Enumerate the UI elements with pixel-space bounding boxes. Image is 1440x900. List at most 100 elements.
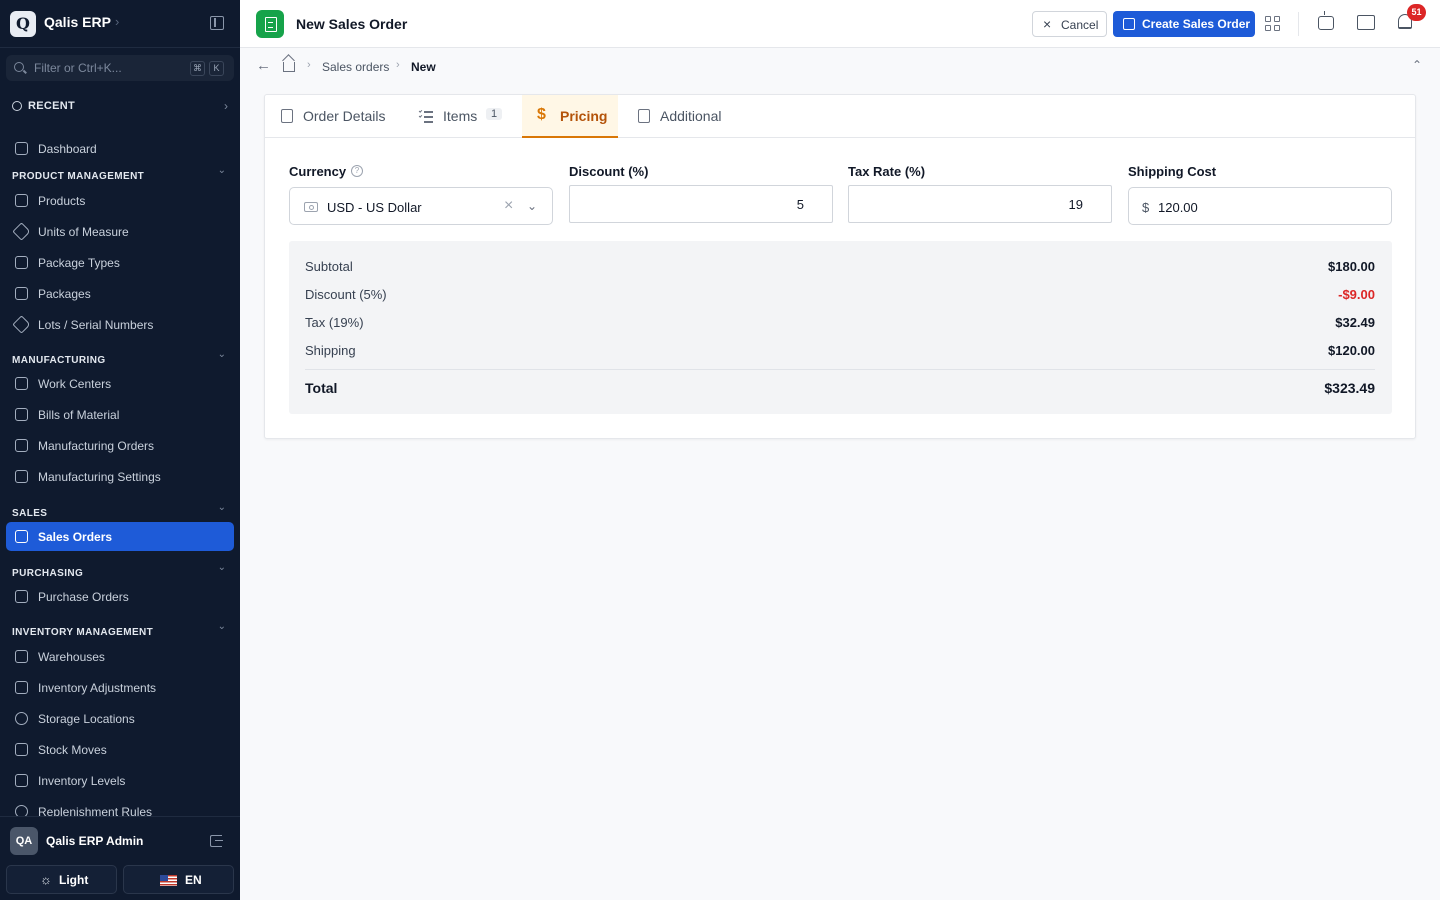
sidebar-item-manufacturing-settings[interactable]: Manufacturing Settings (6, 462, 234, 491)
currency-symbol: $ (1142, 200, 1150, 215)
cancel-button[interactable]: × Cancel (1032, 11, 1107, 37)
back-arrow-icon[interactable]: ← (256, 57, 271, 74)
app-brand[interactable]: Q Qalis ERP › (0, 0, 240, 48)
sidebar-item-storage-locations[interactable]: Storage Locations (6, 704, 234, 733)
tab-additional[interactable]: Additional (622, 95, 734, 138)
chevron-right-icon[interactable]: › (115, 14, 119, 29)
tab-items[interactable]: Items 1 (403, 95, 521, 138)
summary-value: -$9.00 (1338, 287, 1375, 302)
section-sales[interactable]: SALES ⌄ (12, 502, 228, 519)
tab-order-details[interactable]: Order Details (265, 95, 403, 138)
summary-row-total: Total $323.49 (305, 380, 1375, 398)
sidebar-item-label: Work Centers (38, 377, 112, 391)
sidebar-item-sales-orders[interactable]: Sales Orders (6, 522, 234, 551)
clock-icon (12, 101, 22, 111)
shipping-cost-input[interactable]: $ 120.00 (1128, 187, 1392, 225)
sidebar-item-inventory-adjustments[interactable]: Inventory Adjustments (6, 673, 234, 702)
summary-value: $323.49 (1324, 380, 1375, 396)
tax-rate-input[interactable]: 19 (848, 185, 1112, 223)
sidebar-item-label: Storage Locations (38, 712, 135, 726)
sidebar-item-dashboard[interactable]: Dashboard (6, 134, 234, 163)
document-icon (256, 10, 284, 38)
currency-label: Currency (289, 164, 347, 179)
section-title: INVENTORY MANAGEMENT (12, 627, 154, 638)
map-pin-icon (15, 712, 28, 725)
breadcrumb-sales-orders[interactable]: Sales orders (322, 60, 389, 74)
chevron-down-icon: ⌄ (217, 621, 226, 632)
sidebar-item-manufacturing-orders[interactable]: Manufacturing Orders (6, 431, 234, 460)
section-product-management[interactable]: PRODUCT MANAGEMENT ⌄ (12, 165, 228, 182)
sliders-icon (15, 470, 28, 483)
theme-toggle-button[interactable]: ☼ Light (6, 865, 117, 894)
app-name[interactable]: Qalis ERP (44, 14, 111, 30)
recent-toggle[interactable]: RECENT › (12, 99, 228, 115)
sidebar-item-package-types[interactable]: Package Types (6, 248, 234, 277)
recent-label: RECENT (28, 100, 76, 112)
help-icon[interactable]: ? (351, 165, 363, 177)
sidebar-item-label: Purchase Orders (38, 590, 129, 604)
search-icon (14, 62, 24, 72)
tag-icon (12, 315, 31, 334)
sidebar-item-units-of-measure[interactable]: Units of Measure (6, 217, 234, 246)
sidebar-item-warehouses[interactable]: Warehouses (6, 642, 234, 671)
sidebar-search-input[interactable]: Filter or Ctrl+K... ⌘ K (6, 55, 234, 81)
summary-value: $120.00 (1328, 343, 1375, 358)
chevron-down-icon[interactable]: ⌄ (527, 199, 537, 213)
sidebar-item-label: Manufacturing Settings (38, 470, 161, 484)
sidebar-item-label: Products (38, 194, 86, 208)
sidebar-item-packages[interactable]: Packages (6, 279, 234, 308)
sidebar-item-inventory-levels[interactable]: Inventory Levels (6, 766, 234, 795)
sidebar-item-purchase-orders[interactable]: Purchase Orders (6, 582, 234, 611)
search-placeholder: Filter or Ctrl+K... (34, 61, 122, 75)
chevron-up-icon[interactable]: ⌃ (1412, 58, 1422, 72)
section-purchasing[interactable]: PURCHASING ⌄ (12, 562, 228, 579)
robot-icon[interactable] (1318, 11, 1334, 30)
discount-input[interactable]: 5 (569, 185, 833, 223)
chevron-right-icon: › (396, 59, 400, 71)
sidebar-item-products[interactable]: Products (6, 186, 234, 215)
currency-select[interactable]: USD - US Dollar × ⌄ (289, 187, 553, 225)
sidebar-collapse-icon[interactable] (210, 16, 224, 30)
summary-label: Shipping (305, 343, 356, 358)
language-button[interactable]: EN (123, 865, 234, 894)
section-manufacturing[interactable]: MANUFACTURING ⌄ (12, 349, 228, 366)
section-title: SALES (12, 508, 48, 519)
document-icon (281, 109, 293, 123)
home-icon[interactable] (283, 62, 295, 72)
sidebar-item-lots-serial-numbers[interactable]: Lots / Serial Numbers (6, 310, 234, 339)
dollar-icon: $ (537, 106, 546, 123)
sidebar-item-label: Dashboard (38, 142, 97, 156)
summary-row-shipping: Shipping $120.00 (305, 343, 1375, 361)
sidebar-item-label: Package Types (38, 256, 120, 270)
chat-icon[interactable] (1357, 15, 1375, 30)
logout-icon[interactable] (210, 835, 223, 847)
theme-label: Light (59, 873, 89, 887)
tab-label: Items (443, 108, 478, 124)
sidebar-item-stock-moves[interactable]: Stock Moves (6, 735, 234, 764)
sidebar-item-label: Sales Orders (38, 530, 113, 544)
app-logo: Q (10, 11, 36, 37)
shipping-cost-label: Shipping Cost (1128, 164, 1217, 179)
section-inventory-management[interactable]: INVENTORY MANAGEMENT ⌄ (12, 621, 228, 638)
package-icon (15, 287, 28, 300)
document-icon (15, 530, 28, 543)
sidebar-item-label: Stock Moves (38, 743, 107, 757)
create-sales-order-button[interactable]: Create Sales Order (1113, 11, 1255, 37)
tab-pricing[interactable]: $ Pricing (522, 95, 618, 138)
sidebar-item-label: Packages (38, 287, 91, 301)
sidebar: Q Qalis ERP › Filter or Ctrl+K... ⌘ K RE… (0, 0, 240, 900)
apps-grid-icon[interactable] (1265, 16, 1281, 32)
package-icon (15, 256, 28, 269)
us-flag-icon (160, 875, 177, 886)
clipboard-check-icon (15, 681, 28, 694)
clear-icon[interactable]: × (504, 197, 513, 215)
user-name[interactable]: Qalis ERP Admin (46, 834, 143, 848)
box-icon (15, 194, 28, 207)
summary-label: Tax (19%) (305, 315, 364, 330)
avatar[interactable]: QA (10, 827, 38, 855)
summary-row-tax: Tax (19%) $32.49 (305, 315, 1375, 333)
chevron-down-icon: ⌄ (217, 349, 226, 360)
summary-row-discount: Discount (5%) -$9.00 (305, 287, 1375, 305)
sidebar-item-work-centers[interactable]: Work Centers (6, 369, 234, 398)
sidebar-item-bills-of-material[interactable]: Bills of Material (6, 400, 234, 429)
